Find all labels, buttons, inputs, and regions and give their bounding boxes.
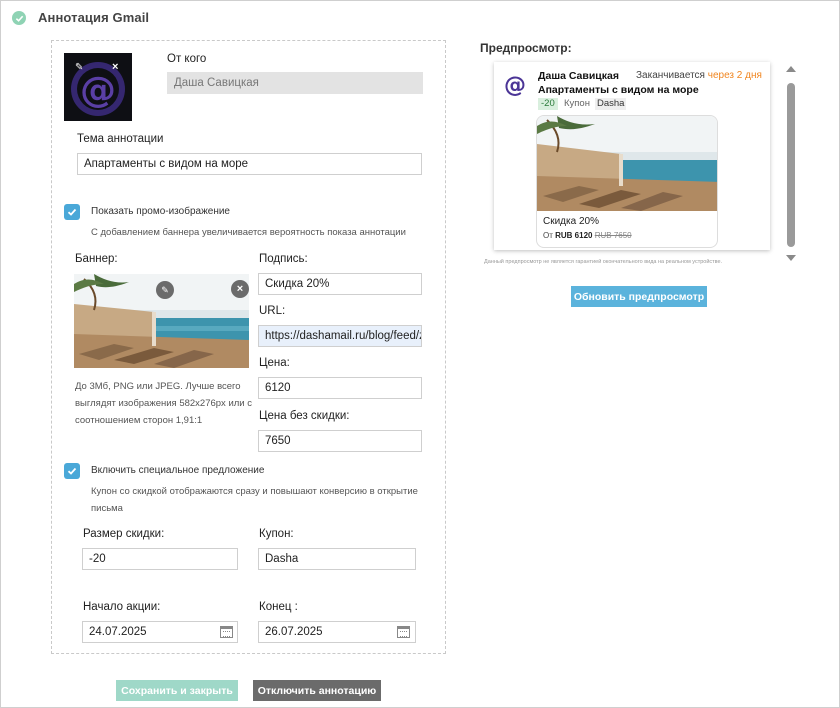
save-and-close-button[interactable]: Сохранить и закрыть — [116, 680, 238, 701]
banner-label: Баннер: — [75, 253, 118, 265]
disable-annotation-button[interactable]: Отключить аннотацию — [253, 680, 381, 701]
banner-remove-close-icon[interactable]: × — [231, 280, 249, 298]
start-date-label: Начало акции: — [83, 601, 161, 613]
start-date-input[interactable]: 24.07.2025 — [82, 621, 238, 643]
preview-price-value: RUB 6120 — [555, 231, 593, 240]
coupon-input[interactable]: Dasha — [258, 548, 416, 570]
start-date-calendar-icon[interactable] — [220, 626, 233, 638]
preview-old-price: RUB 7650 — [594, 231, 632, 240]
banner-hint-line: выглядят изображения 582x276px или с — [75, 398, 252, 409]
end-date-label: Конец : — [259, 601, 298, 613]
check-icon — [67, 208, 77, 216]
subject-label: Тема аннотации — [77, 133, 164, 145]
preview-expires-prefix: Заканчивается — [636, 70, 705, 81]
refresh-preview-button[interactable]: Обновить предпросмотр — [571, 286, 707, 307]
promo-image-label: Показать промо-изображение — [91, 206, 230, 217]
preview-coupon-label: Купон — [564, 98, 590, 109]
banner-edit-pencil-icon[interactable]: ✎ — [156, 281, 174, 299]
special-offer-hint-line: письма — [91, 503, 123, 514]
old-price-label: Цена без скидки: — [259, 410, 350, 422]
discount-size-input[interactable]: -20 — [82, 548, 238, 570]
banner-hint-line: До 3Мб, PNG или JPEG. Лучше всего — [75, 381, 241, 392]
preview-coupon-code: Dasha — [595, 98, 627, 110]
old-price-input[interactable]: 7650 — [258, 430, 422, 452]
panel-title: Аннотация Gmail — [38, 10, 150, 25]
preview-subject: Апартаменты с видом на море — [538, 84, 699, 96]
price-input[interactable]: 6120 — [258, 377, 422, 399]
preview-title: Предпросмотр: — [480, 41, 572, 55]
end-date-value: 26.07.2025 — [265, 626, 323, 638]
special-offer-checkbox[interactable] — [64, 463, 80, 479]
preview-price: От RUB 6120 RUB 7650 — [543, 231, 632, 240]
price-label: Цена: — [259, 357, 290, 369]
from-field: Даша Савицкая — [167, 72, 423, 94]
promo-image-hint: С добавлением баннера увеличивается веро… — [91, 227, 406, 238]
special-offer-hint: Купон со скидкой отображаются сразу и по… — [91, 483, 418, 517]
preview-expires-highlight: через 2 дня — [707, 70, 762, 81]
avatar-edit-pencil-icon[interactable]: ✎ — [75, 62, 87, 74]
svg-text:@: @ — [80, 70, 116, 111]
from-label: От кого — [167, 53, 207, 65]
preview-banner-image — [537, 116, 717, 211]
caption-input[interactable]: Скидка 20% — [258, 273, 422, 295]
preview-at-sign-logo: @ — [502, 71, 528, 98]
coupon-label: Купон: — [259, 528, 294, 540]
url-label: URL: — [259, 305, 286, 317]
subject-input[interactable]: Апартаменты с видом на море — [77, 153, 422, 175]
preview-sender: Даша Савицкая — [538, 70, 619, 82]
url-input[interactable]: https://dashamail.ru/blog/feed/z — [258, 325, 422, 347]
status-check-icon — [12, 11, 26, 25]
preview-scrollbar-thumb[interactable] — [787, 83, 795, 247]
end-date-input[interactable]: 26.07.2025 — [258, 621, 416, 643]
scroll-down-arrow-icon[interactable] — [786, 255, 796, 261]
banner-hint: До 3Мб, PNG или JPEG. Лучше всего выгляд… — [75, 378, 255, 429]
caption-label: Подпись: — [259, 253, 308, 265]
preview-expires: Заканчивается через 2 дня — [636, 70, 762, 81]
check-icon — [67, 467, 77, 475]
preview-discount-badge: -20 — [538, 98, 558, 110]
banner-hint-line: соотношением сторон 1,91:1 — [75, 415, 203, 426]
preview-disclaimer: Данный предпросмотр не является гарантие… — [484, 259, 723, 265]
preview-price-prefix: От — [543, 231, 553, 240]
promo-image-checkbox[interactable] — [64, 204, 80, 220]
preview-caption: Скидка 20% — [543, 216, 599, 227]
special-offer-label: Включить специальное предложение — [91, 465, 265, 476]
discount-size-label: Размер скидки: — [83, 528, 165, 540]
svg-text:@: @ — [504, 73, 526, 97]
special-offer-hint-line: Купон со скидкой отображаются сразу и по… — [91, 486, 418, 497]
preview-image-card — [536, 115, 718, 248]
scroll-up-arrow-icon[interactable] — [786, 66, 796, 72]
avatar-remove-close-icon[interactable]: × — [112, 61, 124, 73]
start-date-value: 24.07.2025 — [89, 626, 147, 638]
end-date-calendar-icon[interactable] — [397, 626, 410, 638]
